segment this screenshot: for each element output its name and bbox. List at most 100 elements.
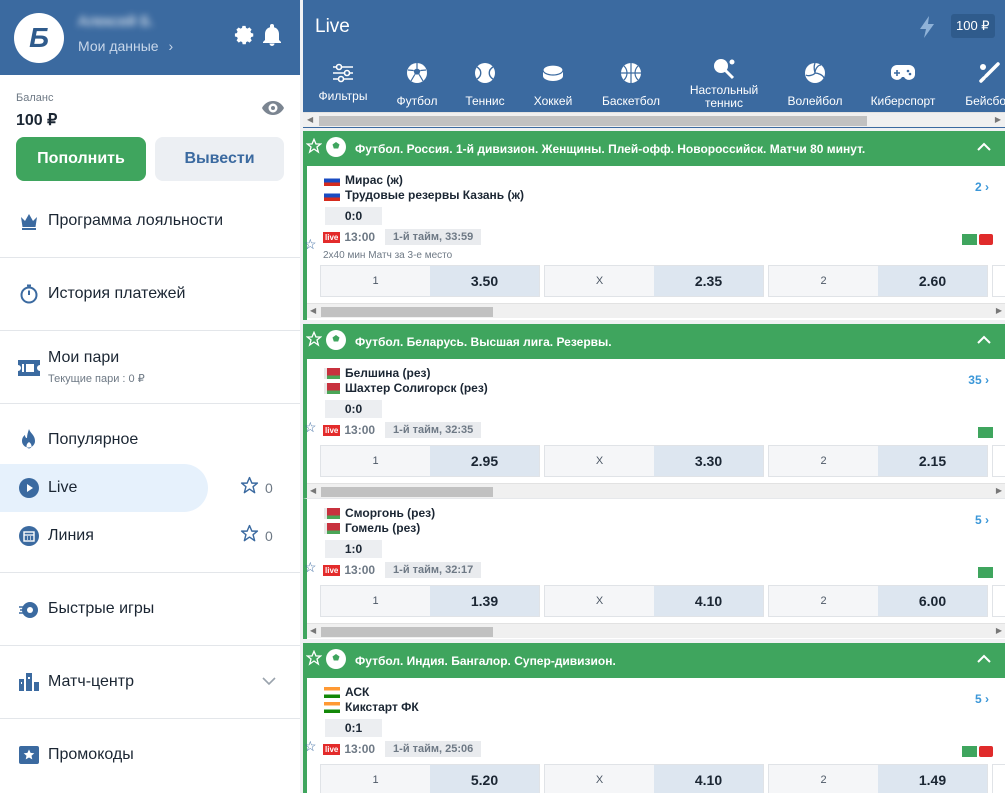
flag-belarus-icon bbox=[324, 382, 340, 394]
score: 1:0 bbox=[325, 540, 382, 558]
odd-button-x[interactable]: X 4.10 bbox=[544, 764, 764, 793]
odd-button-2[interactable]: 2 2.60 bbox=[768, 265, 988, 297]
video-icon bbox=[979, 234, 993, 245]
event-card[interactable]: АСК Кикстарт ФК 5 › 0:1 ☆ live 13:00 1-й… bbox=[303, 678, 1005, 793]
star-outline-icon[interactable]: ☆ bbox=[304, 419, 317, 436]
more-markets-link[interactable]: 5 › bbox=[975, 513, 989, 527]
menu-item-match-center[interactable]: Матч-центр bbox=[0, 661, 300, 703]
odd-button-1[interactable]: 1 5.20 bbox=[320, 764, 540, 793]
chevron-up-icon[interactable] bbox=[977, 141, 991, 155]
odd-button-x[interactable]: X 3.30 bbox=[544, 445, 764, 477]
sport-tab-esports[interactable]: Киберспорт bbox=[866, 60, 940, 108]
sport-tab-baseball[interactable]: Бейсбол bbox=[959, 60, 1005, 108]
sport-tab-table-tennis[interactable]: Настольный теннис bbox=[683, 56, 765, 110]
lightning-icon[interactable] bbox=[920, 16, 934, 43]
chevron-right-icon: › bbox=[168, 38, 174, 54]
team-away: Кикстарт ФК bbox=[324, 700, 419, 714]
star-outline-icon[interactable] bbox=[305, 137, 323, 157]
brand-logo[interactable]: Б bbox=[14, 13, 64, 63]
sport-tab-hockey[interactable]: Хоккей bbox=[525, 60, 581, 108]
score: 0:0 bbox=[325, 400, 382, 418]
divider bbox=[0, 572, 300, 573]
more-markets-link[interactable]: 2 › bbox=[975, 180, 989, 194]
odd-button-x[interactable]: X 4.10 bbox=[544, 585, 764, 617]
menu-item-live[interactable]: Live 0 bbox=[0, 466, 300, 510]
event-card[interactable]: Белшина (рез) Шахтер Солигорск (рез) 35 … bbox=[303, 359, 1005, 498]
more-markets-link[interactable]: 35 › bbox=[968, 373, 989, 387]
menu-item-line[interactable]: Линия 0 bbox=[0, 514, 300, 558]
menu-item-my-bets[interactable]: Мои пари Текущие пари : 0 ₽ bbox=[0, 345, 300, 391]
live-badge: live bbox=[323, 743, 341, 755]
star-outline-icon[interactable] bbox=[240, 524, 259, 548]
withdraw-button[interactable]: Вывести bbox=[155, 137, 284, 181]
odd-button-2[interactable]: 2 6.00 bbox=[768, 585, 988, 617]
odd-button-more[interactable] bbox=[992, 445, 1005, 477]
chevron-down-icon[interactable] bbox=[262, 673, 276, 691]
media-icons[interactable] bbox=[978, 567, 993, 578]
score: 0:0 bbox=[325, 207, 382, 225]
star-outline-icon[interactable]: ☆ bbox=[304, 559, 317, 576]
star-outline-icon[interactable]: ☆ bbox=[304, 738, 317, 755]
page-title: Live bbox=[315, 16, 350, 37]
live-time-row: live 13:00 1-й тайм, 25:06 bbox=[323, 741, 482, 757]
odd-button-1[interactable]: 1 3.50 bbox=[320, 265, 540, 297]
line-favorites-count: 0 bbox=[265, 528, 273, 544]
odd-button-2[interactable]: 2 2.15 bbox=[768, 445, 988, 477]
star-outline-icon[interactable] bbox=[305, 649, 323, 669]
odd-button-x[interactable]: X 2.35 bbox=[544, 265, 764, 297]
odd-button-2[interactable]: 2 1.49 bbox=[768, 764, 988, 793]
live-badge: live bbox=[323, 564, 341, 576]
media-icons[interactable] bbox=[962, 234, 993, 245]
sport-tab-basketball[interactable]: Баскетбол bbox=[599, 60, 663, 108]
balance-label: Баланс bbox=[16, 92, 54, 104]
menu-item-loyalty[interactable]: Программа лояльности bbox=[0, 200, 300, 242]
menu-item-payments[interactable]: История платежей bbox=[0, 273, 300, 315]
video-icon bbox=[979, 746, 993, 757]
odds-scrollbar[interactable]: ◀ ▶ bbox=[307, 623, 1005, 638]
odds-scrollbar[interactable]: ◀ ▶ bbox=[307, 303, 1005, 318]
eye-icon[interactable] bbox=[262, 101, 284, 120]
user-name: Алексей Б. bbox=[78, 13, 155, 30]
odd-button-1[interactable]: 1 2.95 bbox=[320, 445, 540, 477]
odd-button-more[interactable] bbox=[992, 585, 1005, 617]
more-markets-link[interactable]: 5 › bbox=[975, 692, 989, 706]
sport-tab-football[interactable]: Футбол bbox=[389, 60, 445, 108]
dice-timer-icon bbox=[18, 598, 40, 620]
sport-tab-tennis[interactable]: Теннис bbox=[457, 60, 513, 108]
star-outline-icon[interactable]: ☆ bbox=[304, 236, 317, 253]
star-outline-icon[interactable] bbox=[305, 330, 323, 350]
match-period: 1-й тайм, 32:35 bbox=[385, 422, 482, 438]
star-outline-icon[interactable] bbox=[240, 476, 259, 500]
sport-tab-volleyball[interactable]: Волейбол bbox=[783, 60, 847, 108]
league-header[interactable]: Футбол. Беларусь. Высшая лига. Резервы. bbox=[303, 324, 1005, 359]
menu-item-popular[interactable]: Популярное bbox=[0, 419, 300, 461]
match-period: 1-й тайм, 25:06 bbox=[385, 741, 482, 757]
team-home: АСК bbox=[324, 685, 369, 699]
event-card[interactable]: Сморгонь (рез) Гомель (рез) 5 › 1:0 ☆ li… bbox=[303, 498, 1005, 639]
pitch-icon bbox=[978, 567, 993, 578]
league-header[interactable]: Футбол. Индия. Бангалор. Супер-дивизион. bbox=[303, 643, 1005, 678]
odd-button-more[interactable] bbox=[992, 764, 1005, 793]
divider bbox=[0, 645, 300, 646]
odd-button-1[interactable]: 1 1.39 bbox=[320, 585, 540, 617]
deposit-button[interactable]: Пополнить bbox=[16, 137, 146, 181]
my-bets-subtitle: Текущие пари : 0 ₽ bbox=[48, 373, 145, 385]
bell-icon[interactable] bbox=[262, 24, 282, 51]
media-icons[interactable] bbox=[978, 427, 993, 438]
hockey-puck-icon bbox=[542, 60, 564, 86]
menu-item-fast-games[interactable]: Быстрые игры bbox=[0, 588, 300, 630]
chevron-up-icon[interactable] bbox=[977, 334, 991, 348]
menu-item-promo[interactable]: Промокоды bbox=[0, 734, 300, 776]
odd-button-more[interactable] bbox=[992, 265, 1005, 297]
flag-india-icon bbox=[324, 686, 340, 698]
chevron-up-icon[interactable] bbox=[977, 653, 991, 667]
league-header[interactable]: Футбол. Россия. 1-й дивизион. Женщины. П… bbox=[303, 131, 1005, 166]
sport-tab-filters[interactable]: Фильтры bbox=[313, 60, 373, 103]
odds-scrollbar[interactable]: ◀ ▶ bbox=[307, 483, 1005, 498]
event-card[interactable]: Мирас (ж) Трудовые резервы Казань (ж) 2 … bbox=[303, 166, 1005, 320]
gear-icon[interactable] bbox=[234, 24, 256, 51]
my-data-link[interactable]: Мои данные › bbox=[78, 38, 173, 54]
header-balance[interactable]: 100 ₽ bbox=[951, 14, 995, 38]
sports-scrollbar[interactable]: ◀ ▶ bbox=[303, 112, 1005, 127]
media-icons[interactable] bbox=[962, 746, 993, 757]
